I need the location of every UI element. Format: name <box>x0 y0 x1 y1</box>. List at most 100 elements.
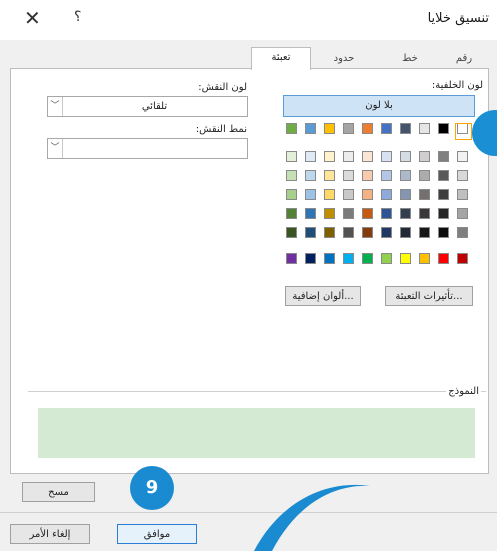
color-swatch[interactable] <box>381 227 392 238</box>
color-swatch[interactable] <box>381 189 392 200</box>
color-swatch[interactable] <box>419 253 430 264</box>
selected-swatch-highlight <box>455 123 472 140</box>
pattern-style-dropdown[interactable]: ﹀ <box>47 138 248 159</box>
chevron-down-icon: ﹀ <box>48 139 63 158</box>
color-swatch[interactable] <box>324 253 335 264</box>
color-swatch[interactable] <box>381 170 392 181</box>
sample-label: النموذج <box>446 386 481 397</box>
pattern-color-dropdown[interactable]: ﹀ تلقائي <box>47 96 248 117</box>
title-bar: تنسيق خلايا ✕ ؟ <box>0 0 497 40</box>
color-swatch[interactable] <box>419 208 430 219</box>
color-swatch[interactable] <box>419 151 430 162</box>
color-swatch[interactable] <box>381 151 392 162</box>
clear-button[interactable]: مسح <box>22 482 95 502</box>
color-swatch[interactable] <box>343 189 354 200</box>
color-swatch[interactable] <box>419 123 430 134</box>
color-swatch[interactable] <box>286 170 297 181</box>
color-swatch[interactable] <box>400 208 411 219</box>
color-swatch[interactable] <box>419 189 430 200</box>
color-swatch[interactable] <box>324 208 335 219</box>
color-swatch[interactable] <box>305 227 316 238</box>
color-swatch[interactable] <box>343 151 354 162</box>
color-swatch[interactable] <box>343 253 354 264</box>
color-swatch[interactable] <box>400 170 411 181</box>
color-swatch[interactable] <box>286 253 297 264</box>
background-color-label: لون الخلفية: <box>431 80 483 91</box>
color-swatch[interactable] <box>343 227 354 238</box>
color-swatch[interactable] <box>400 151 411 162</box>
color-swatch[interactable] <box>324 151 335 162</box>
color-swatch[interactable] <box>305 123 316 134</box>
color-swatch[interactable] <box>457 170 468 181</box>
color-swatch[interactable] <box>457 253 468 264</box>
color-swatch[interactable] <box>305 189 316 200</box>
color-swatch[interactable] <box>400 189 411 200</box>
color-swatch[interactable] <box>286 189 297 200</box>
color-swatch[interactable] <box>438 170 449 181</box>
color-swatch[interactable] <box>305 151 316 162</box>
color-swatch[interactable] <box>362 170 373 181</box>
pattern-style-value <box>64 139 245 158</box>
color-swatch[interactable] <box>343 123 354 134</box>
callout-arrow-curve <box>254 484 370 551</box>
tab-number[interactable]: رقم <box>442 49 486 69</box>
sample-frame <box>28 391 486 393</box>
color-swatch[interactable] <box>324 170 335 181</box>
dialog-title: تنسيق خلايا <box>427 11 489 26</box>
color-swatch[interactable] <box>438 208 449 219</box>
color-swatch[interactable] <box>419 227 430 238</box>
tab-fill[interactable]: تعبئة <box>251 47 311 70</box>
color-swatch[interactable] <box>438 227 449 238</box>
close-icon[interactable]: ✕ <box>24 6 41 30</box>
color-swatch[interactable] <box>381 123 392 134</box>
color-swatch[interactable] <box>324 123 335 134</box>
color-swatch[interactable] <box>343 208 354 219</box>
color-swatch[interactable] <box>438 151 449 162</box>
color-swatch[interactable] <box>305 208 316 219</box>
color-swatch[interactable] <box>362 189 373 200</box>
color-swatch[interactable] <box>362 227 373 238</box>
color-swatch[interactable] <box>286 208 297 219</box>
tab-border[interactable]: حدود <box>315 49 373 69</box>
color-swatch[interactable] <box>305 253 316 264</box>
more-colors-button[interactable]: ألوان إضافية... <box>285 286 361 306</box>
pattern-color-label: لون النقش: <box>198 82 247 93</box>
color-swatch[interactable] <box>324 227 335 238</box>
color-swatch[interactable] <box>381 253 392 264</box>
color-swatch[interactable] <box>457 151 468 162</box>
color-swatch[interactable] <box>362 151 373 162</box>
fill-effects-button[interactable]: تأثيرات التعبئة... <box>385 286 473 306</box>
color-swatch[interactable] <box>457 208 468 219</box>
color-swatch[interactable] <box>305 170 316 181</box>
color-swatch[interactable] <box>343 170 354 181</box>
color-swatch[interactable] <box>438 189 449 200</box>
color-swatch[interactable] <box>362 123 373 134</box>
color-swatch[interactable] <box>400 227 411 238</box>
color-swatch[interactable] <box>381 208 392 219</box>
chevron-down-icon: ﹀ <box>48 97 63 116</box>
color-swatch[interactable] <box>324 189 335 200</box>
color-swatch[interactable] <box>286 227 297 238</box>
color-swatch[interactable] <box>400 123 411 134</box>
color-swatch[interactable] <box>438 253 449 264</box>
cancel-button[interactable]: إلغاء الأمر <box>10 524 90 544</box>
color-palette <box>286 120 476 270</box>
step-badge: 9 <box>130 466 174 510</box>
pattern-color-value: تلقائي <box>141 101 168 112</box>
color-swatch[interactable] <box>400 253 411 264</box>
color-swatch[interactable] <box>362 208 373 219</box>
pattern-style-label: نمط النقش: <box>195 124 247 135</box>
color-swatch[interactable] <box>286 151 297 162</box>
color-swatch[interactable] <box>286 123 297 134</box>
color-swatch[interactable] <box>362 253 373 264</box>
tab-font[interactable]: خط <box>388 49 432 69</box>
no-color-button[interactable]: بلا لون <box>283 95 475 117</box>
color-swatch[interactable] <box>419 170 430 181</box>
color-swatch[interactable] <box>438 123 449 134</box>
ok-button[interactable]: موافق <box>117 524 197 544</box>
color-swatch[interactable] <box>457 189 468 200</box>
color-swatch[interactable] <box>457 227 468 238</box>
sample-preview <box>38 408 475 458</box>
callout-arrow <box>254 484 370 551</box>
help-icon[interactable]: ؟ <box>74 9 81 25</box>
